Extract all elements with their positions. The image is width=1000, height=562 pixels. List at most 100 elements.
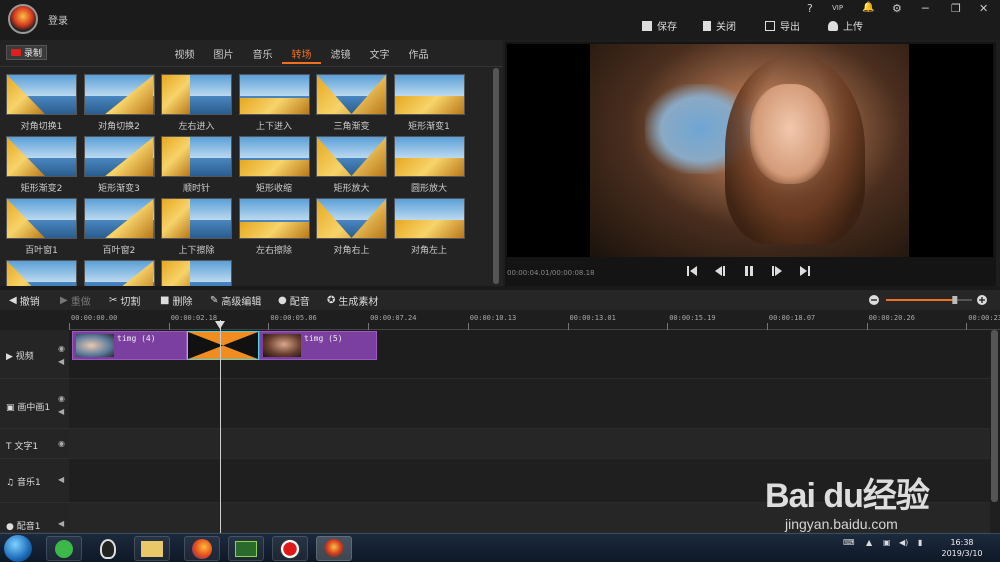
transition-thumbnail[interactable]	[316, 198, 387, 239]
transition-label: 矩形渐变2	[20, 184, 63, 194]
transition-thumbnail[interactable]	[316, 136, 387, 177]
transition-thumbnail[interactable]	[316, 74, 387, 115]
tab-filter[interactable]: 滤镜	[321, 46, 360, 64]
playhead-line[interactable]	[220, 320, 221, 533]
zoom-slider[interactable]	[868, 294, 992, 306]
tab-video[interactable]: 视频	[165, 46, 204, 64]
visibility-icon[interactable]: ◉	[58, 344, 65, 353]
minimize-icon[interactable]: ─	[922, 2, 929, 16]
undo-button[interactable]: ◀ 撤销	[9, 293, 40, 308]
settings-icon[interactable]: ⚙	[892, 2, 902, 16]
preview-timecode: 00:00:04.01/00:00:08.18	[507, 269, 595, 277]
volume-icon[interactable]: ◀	[58, 407, 64, 416]
transition-label: 对角切换2	[98, 122, 140, 132]
start-button[interactable]	[4, 535, 32, 562]
export-button[interactable]: 导出	[765, 18, 800, 33]
advanced-edit-button[interactable]: ✎ 高级编辑	[210, 293, 261, 308]
generate-button[interactable]: ✪ 生成素材	[327, 293, 378, 308]
redo-button[interactable]: ▶ 重做	[60, 293, 91, 308]
volume-tray-icon[interactable]: ◀)	[899, 538, 908, 547]
library-scroll-thumb[interactable]	[493, 68, 499, 284]
transition-thumbnail[interactable]	[238, 74, 310, 115]
video-track[interactable]: timg (4) timg (5)	[69, 330, 990, 379]
login-link[interactable]: 登录	[48, 12, 68, 27]
volume-icon[interactable]: ◀	[58, 475, 64, 484]
cut-button[interactable]: ✂ 切割	[109, 293, 140, 308]
taskbar-app-explorer[interactable]	[134, 536, 170, 561]
pause-icon[interactable]	[742, 264, 756, 278]
maximize-icon[interactable]: ❐	[951, 2, 961, 16]
track-header-music: ♫ 音乐1 ◀	[0, 459, 69, 503]
ruler-tick-mark	[168, 323, 170, 330]
skip-end-icon[interactable]	[798, 264, 812, 278]
text-track[interactable]	[69, 429, 990, 459]
timeline-scrollbar[interactable]	[991, 330, 998, 502]
transition-thumbnail[interactable]	[393, 136, 465, 177]
video-clip[interactable]: timg (5)	[259, 331, 377, 360]
save-button[interactable]: 保存	[642, 18, 677, 33]
transition-clip[interactable]	[187, 331, 259, 360]
preview-viewport[interactable]	[507, 44, 993, 257]
transition-label: 左右进入	[178, 122, 215, 132]
track-header-text: T 文字1 ◉	[0, 429, 69, 459]
tray-app-icon[interactable]: ▣	[883, 538, 891, 547]
network-icon[interactable]: ▮	[918, 538, 922, 547]
taskbar-app-editor[interactable]	[316, 536, 352, 561]
vip-icon[interactable]: VIP	[832, 4, 843, 18]
record-button[interactable]: 录制	[6, 45, 47, 60]
dub-track[interactable]	[69, 503, 990, 533]
transition-thumbnail[interactable]	[6, 198, 77, 239]
close-door-icon	[703, 20, 711, 31]
transition-thumbnail[interactable]	[393, 74, 465, 115]
close-button[interactable]: 关闭	[703, 18, 736, 33]
transition-thumbnail[interactable]	[238, 136, 310, 177]
taskbar-app-firefox[interactable]	[184, 536, 220, 561]
tab-image[interactable]: 图片	[204, 46, 243, 64]
tab-music[interactable]: 音乐	[243, 46, 282, 64]
music-track[interactable]	[69, 459, 990, 503]
transition-thumbnail[interactable]	[83, 198, 155, 239]
transition-thumbnail[interactable]	[161, 198, 232, 239]
upload-button[interactable]: 上传	[828, 18, 863, 33]
transition-thumbnail[interactable]	[161, 136, 232, 177]
help-icon[interactable]: ?	[807, 2, 813, 16]
tab-works[interactable]: 作品	[399, 46, 438, 64]
taskbar-app-player[interactable]	[228, 536, 264, 561]
pip-track[interactable]	[69, 379, 990, 429]
volume-icon[interactable]: ◀	[58, 519, 64, 528]
preview-panel: 00:00:04.01/00:00:08.18	[505, 42, 996, 286]
video-clip[interactable]: timg (4)	[72, 331, 187, 360]
taskbar-app-recorder[interactable]	[272, 536, 308, 561]
timeline-ruler[interactable]: 00:00:00.00 00:00:02.18 00:00:05.06 00:00:0…	[69, 310, 1000, 330]
playhead-handle[interactable]	[215, 321, 225, 329]
delete-button[interactable]: ■ 删除	[160, 293, 192, 308]
notification-icon[interactable]: 🔔	[862, 2, 874, 16]
transition-thumbnail[interactable]	[393, 198, 465, 239]
transition-thumbnail[interactable]	[83, 74, 155, 115]
taskbar-app-360[interactable]	[46, 536, 82, 561]
volume-icon[interactable]: ◀	[58, 357, 64, 366]
visibility-icon[interactable]: ◉	[58, 394, 65, 403]
transition-thumbnail[interactable]	[161, 74, 232, 115]
system-clock[interactable]: 16:38 2019/3/10	[940, 537, 984, 559]
close-window-icon[interactable]: ✕	[979, 2, 988, 16]
skip-start-icon[interactable]	[685, 264, 699, 278]
preview-frame-image	[590, 44, 909, 257]
taskbar-app-qq[interactable]	[90, 536, 126, 561]
transition-thumbnail[interactable]	[83, 136, 155, 177]
step-back-icon[interactable]	[713, 264, 727, 278]
tray-arrow-icon[interactable]: ▲	[866, 538, 872, 547]
transition-thumbnail[interactable]	[6, 136, 77, 177]
library-scrollbar[interactable]	[493, 68, 499, 284]
dub-button[interactable]: ● 配音	[278, 293, 310, 308]
ruler-tick-label: 00:00:23.	[968, 314, 1000, 322]
tab-transition[interactable]: 转场	[282, 46, 321, 64]
track-header-video: ▶ 视频 ◉ ◀	[0, 330, 69, 379]
app-logo	[8, 4, 38, 34]
transition-thumbnail[interactable]	[6, 74, 77, 115]
keyboard-icon[interactable]: ⌨	[843, 538, 855, 547]
tab-text[interactable]: 文字	[360, 46, 399, 64]
visibility-icon[interactable]: ◉	[58, 439, 65, 448]
transition-thumbnail[interactable]	[238, 198, 310, 239]
step-forward-icon[interactable]	[770, 264, 784, 278]
